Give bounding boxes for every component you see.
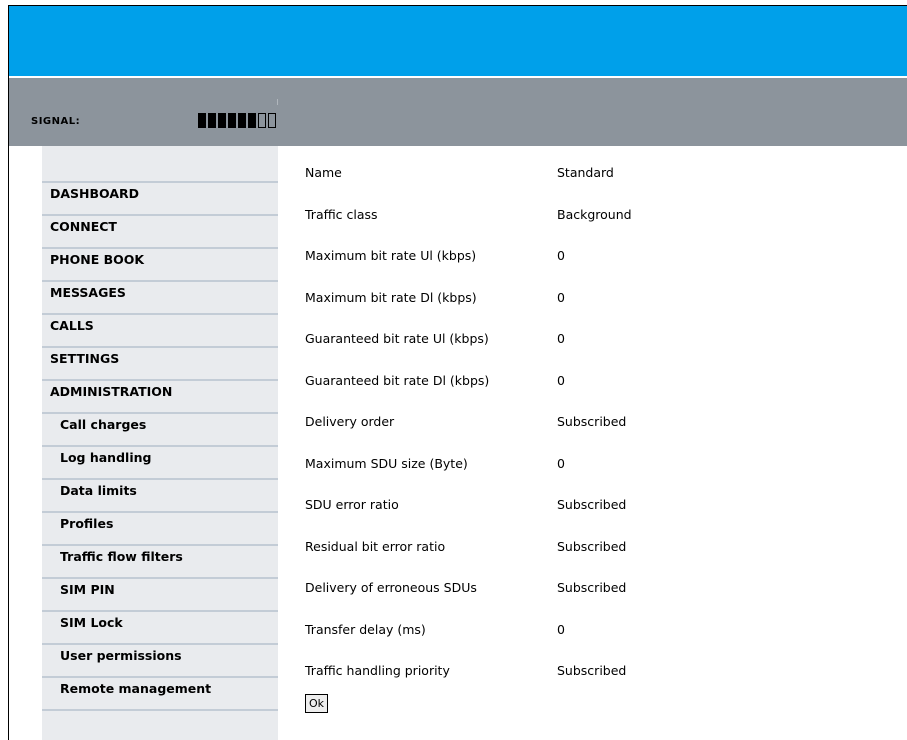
- signal-strength-meter: [198, 99, 278, 128]
- detail-value: 0: [557, 248, 565, 263]
- detail-label: Transfer delay (ms): [305, 621, 426, 637]
- sidebar-item-messages[interactable]: MESSAGES: [42, 282, 278, 315]
- signal-bar: [208, 113, 216, 128]
- sidebar-item-traffic-flow-filters[interactable]: Traffic flow filters: [42, 546, 278, 579]
- sidebar-item-log-handling[interactable]: Log handling: [42, 447, 278, 480]
- sidebar-item-profiles[interactable]: Profiles: [42, 513, 278, 546]
- signal-label: SIGNAL:: [31, 116, 81, 127]
- detail-label: Guaranteed bit rate Dl (kbps): [305, 372, 490, 388]
- detail-label: Delivery of erroneous SDUs: [305, 580, 477, 595]
- detail-value: Subscribed: [557, 538, 627, 554]
- sidebar-item-sim-pin[interactable]: SIM PIN: [42, 579, 278, 612]
- sidebar-item-dashboard[interactable]: DASHBOARD: [42, 183, 278, 216]
- detail-label: Traffic handling priority: [305, 663, 450, 678]
- signal-bar: [248, 113, 256, 128]
- sidebar-item-user-permissions[interactable]: User permissions: [42, 645, 278, 678]
- detail-value: 0: [557, 621, 565, 637]
- detail-label: Maximum SDU size (Byte): [305, 455, 468, 471]
- sidebar-item-phone-book[interactable]: PHONE BOOK: [42, 249, 278, 282]
- sidebar-item-calls[interactable]: CALLS: [42, 315, 278, 348]
- sidebar-spacer: [42, 146, 278, 183]
- detail-value: Standard: [557, 165, 614, 180]
- sidebar-nav: DASHBOARD CONNECT PHONE BOOK MESSAGES CA…: [42, 146, 278, 740]
- signal-bar: [268, 113, 276, 128]
- detail-value: 0: [557, 455, 565, 471]
- detail-value: Subscribed: [557, 497, 627, 512]
- detail-value: Subscribed: [557, 663, 627, 678]
- detail-label: SDU error ratio: [305, 497, 399, 512]
- detail-value: 0: [557, 372, 565, 388]
- detail-label: Residual bit error ratio: [305, 538, 446, 554]
- sidebar-item-data-limits[interactable]: Data limits: [42, 480, 278, 513]
- signal-bar: [198, 113, 206, 128]
- detail-value: 0: [557, 289, 565, 305]
- sidebar-item-settings[interactable]: SETTINGS: [42, 348, 278, 381]
- detail-value: Subscribed: [557, 414, 627, 429]
- detail-label: Name: [305, 165, 342, 180]
- detail-value: Background: [557, 206, 632, 222]
- signal-meter-cap: [277, 99, 278, 105]
- signal-bar: [238, 113, 246, 128]
- detail-value: Subscribed: [557, 580, 627, 595]
- sidebar-item-sim-lock[interactable]: SIM Lock: [42, 612, 278, 645]
- sidebar-item-call-charges[interactable]: Call charges: [42, 414, 278, 447]
- detail-label: Maximum bit rate Ul (kbps): [305, 248, 477, 263]
- top-banner: [9, 6, 907, 76]
- ok-button[interactable]: Ok: [305, 694, 329, 713]
- signal-bar: [218, 113, 226, 128]
- sidebar-item-remote-management[interactable]: Remote management: [42, 678, 278, 711]
- detail-label: Delivery order: [305, 414, 395, 429]
- status-bar: SIGNAL:: [9, 78, 907, 146]
- detail-value: 0: [557, 331, 565, 346]
- detail-label: Traffic class: [305, 206, 378, 222]
- sidebar-item-connect[interactable]: CONNECT: [42, 216, 278, 249]
- sidebar-item-administration[interactable]: ADMINISTRATION: [42, 381, 278, 414]
- detail-label: Guaranteed bit rate Ul (kbps): [305, 331, 489, 346]
- signal-bar: [258, 113, 266, 128]
- detail-label: Maximum bit rate Dl (kbps): [305, 289, 477, 305]
- signal-bar: [228, 113, 236, 128]
